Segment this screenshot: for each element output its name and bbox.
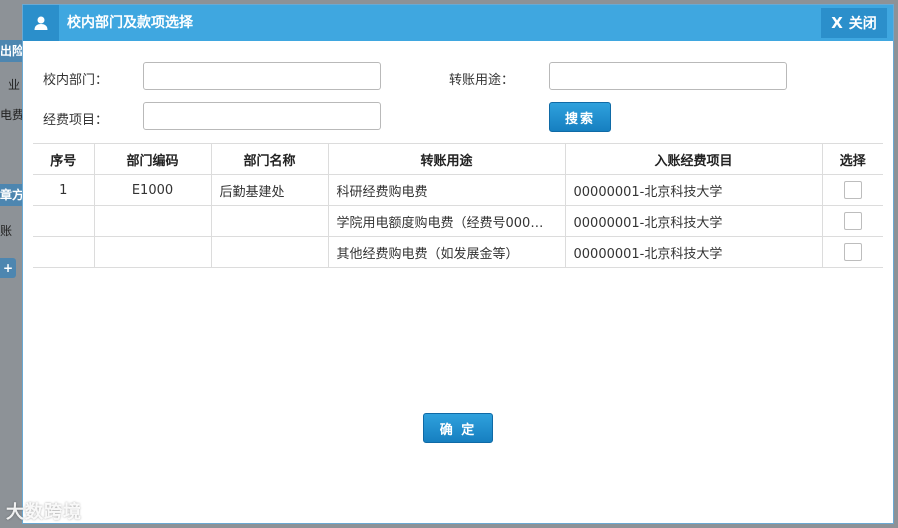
- table-row[interactable]: 其他经费购电费（如发展金等） 00000001-北京科技大学: [33, 236, 883, 268]
- confirm-button[interactable]: 确 定: [423, 413, 493, 443]
- select-checkbox[interactable]: [843, 243, 862, 261]
- purpose-label: 转账用途：: [449, 73, 515, 88]
- dept-label: 校内部门：: [43, 73, 109, 88]
- department-selection-dialog: 校内部门及款项选择 X 关闭 校内部门： 转账用途： 经费项目： 搜索 序号 部…: [22, 4, 894, 524]
- dialog-title: 校内部门及款项选择: [67, 15, 193, 31]
- table-row[interactable]: 1 E1000 后勤基建处 科研经费购电费 00000001-北京科技大学: [33, 174, 883, 206]
- select-checkbox[interactable]: [843, 212, 862, 230]
- background-fragment: 章方: [0, 184, 22, 206]
- cell-purpose: 学院用电额度购电费（经费号000…: [327, 205, 566, 237]
- cell-select: [821, 205, 883, 237]
- cell-dept-code: [93, 236, 212, 268]
- cell-dept-code: [93, 205, 212, 237]
- cell-dept-name: [210, 205, 329, 237]
- table-header-row: 序号 部门编码 部门名称 转账用途 入账经费项目 选择: [33, 143, 883, 175]
- cell-index: 1: [33, 174, 95, 206]
- cell-index: [33, 205, 95, 237]
- cell-index: [33, 236, 95, 268]
- cell-purpose: 其他经费购电费（如发展金等）: [327, 236, 566, 268]
- cell-project: 00000001-北京科技大学: [564, 174, 823, 206]
- background-fragment: 账: [0, 224, 13, 238]
- dept-input[interactable]: [143, 62, 381, 90]
- project-label: 经费项目：: [43, 113, 109, 128]
- cell-purpose: 科研经费购电费: [327, 174, 566, 206]
- cell-select: [821, 236, 883, 268]
- cell-dept-name: [210, 236, 329, 268]
- header-dept-code: 部门编码: [93, 143, 212, 175]
- header-select: 选择: [821, 143, 883, 175]
- background-fragment: 出险: [0, 40, 22, 62]
- close-button[interactable]: X 关闭: [821, 8, 887, 38]
- header-project: 入账经费项目: [564, 143, 823, 175]
- cell-dept-name: 后勤基建处: [210, 174, 329, 206]
- select-checkbox[interactable]: [843, 181, 862, 199]
- dialog-titlebar: 校内部门及款项选择 X 关闭: [23, 5, 893, 41]
- header-purpose: 转账用途: [327, 143, 566, 175]
- cell-select: [821, 174, 883, 206]
- purpose-input[interactable]: [549, 62, 787, 90]
- close-label: 关闭: [848, 16, 877, 32]
- header-index: 序号: [33, 143, 95, 175]
- table-row[interactable]: 学院用电额度购电费（经费号000… 00000001-北京科技大学: [33, 205, 883, 237]
- background-fragment: +: [0, 258, 16, 278]
- user-icon: [23, 5, 59, 41]
- close-icon: X: [831, 14, 843, 32]
- background-fragment: 业: [8, 78, 21, 92]
- background-fragment: 电费: [0, 108, 22, 122]
- header-dept-name: 部门名称: [210, 143, 329, 175]
- project-input[interactable]: [143, 102, 381, 130]
- search-button[interactable]: 搜索: [549, 102, 611, 132]
- watermark: 大数跨境: [6, 502, 82, 523]
- cell-project: 00000001-北京科技大学: [564, 236, 823, 268]
- results-table: 序号 部门编码 部门名称 转账用途 入账经费项目 选择 1 E1000 后勤基建…: [33, 143, 883, 268]
- cell-project: 00000001-北京科技大学: [564, 205, 823, 237]
- cell-dept-code: E1000: [93, 174, 212, 206]
